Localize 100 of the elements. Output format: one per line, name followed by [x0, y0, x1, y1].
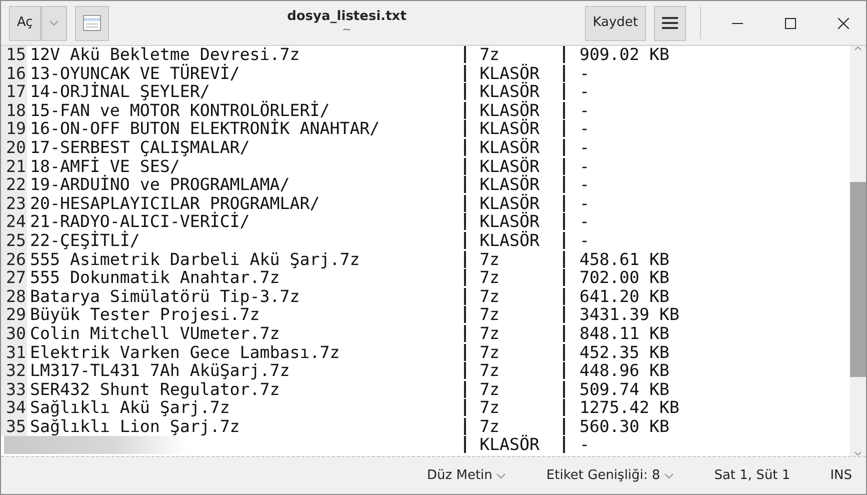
new-document-icon [82, 15, 101, 31]
insert-mode: INS [830, 466, 852, 485]
line-number: 35 [1, 418, 27, 436]
menu-button[interactable] [654, 6, 686, 40]
file-type: KLASÖR [464, 436, 564, 454]
file-type: KLASÖR [464, 102, 564, 119]
file-type: 7z [464, 269, 564, 286]
file-size: - [563, 176, 590, 194]
tab-width-selector[interactable]: Etiket Genişliği: 8 [546, 466, 660, 486]
file-name: Batarya Simülatörü Tip-3.7z [30, 288, 301, 306]
line-number: 20 [1, 138, 27, 158]
file-type: KLASÖR [464, 232, 564, 249]
file-name: Colin Mitchell VUmeter.7z [30, 324, 281, 344]
file-name: 21-RADYO-ALICI-VERİCİ/ [30, 213, 251, 232]
file-type: 7z [464, 380, 564, 398]
file-type: KLASÖR [464, 176, 564, 194]
maximize-icon [785, 18, 796, 28]
window-title: dosya_listesi.txt [286, 10, 408, 24]
file-name: 15-FAN ve MOTOR KONTROLÖRLERİ/ [30, 102, 331, 120]
line-number: 15 [1, 46, 27, 65]
file-name: 13-OYUNCAK VE TÜREVİ/ [30, 64, 241, 83]
close-icon [838, 18, 849, 28]
line-number: 32 [1, 362, 27, 381]
file-type: 7z [464, 324, 564, 342]
line-number: 28 [1, 288, 27, 306]
file-size: - [563, 213, 590, 230]
line-number: 29 [1, 306, 27, 325]
open-button[interactable]: Aç [9, 6, 41, 40]
caret-icon [664, 472, 674, 478]
line-number: 34 [1, 399, 27, 418]
file-size: - [563, 102, 590, 119]
file-size: - [563, 194, 590, 212]
file-name: Sağlıklı Lion Şarj.7z [30, 418, 241, 436]
file-size: 3431.39 KB [563, 306, 680, 324]
line-number: 21 [1, 158, 27, 176]
file-name: 20-HESAPLAYICILAR PROGRAMLAR/ [30, 194, 321, 213]
caret-icon [48, 20, 59, 26]
scroll-up-icon [854, 46, 862, 51]
file-name: 14-ORJİNAL ŞEYLER/ [30, 83, 210, 102]
file-type: 7z [464, 306, 564, 324]
file-name: 19-ARDUİNO ve PROGRAMLAMA/ [30, 176, 291, 195]
file-size: 909.02 KB [563, 46, 670, 63]
line-number: 24 [1, 213, 27, 232]
file-name: 17-SERBEST ÇALIŞMALAR/ [30, 138, 251, 157]
line-number: 17 [1, 83, 27, 102]
language-selector[interactable]: Düz Metin [427, 466, 492, 486]
file-type: 7z [464, 250, 564, 268]
file-type: KLASÖR [464, 83, 564, 100]
line-number: 19 [1, 120, 27, 139]
file-name: Sağlıklı Akü Şarj.7z [30, 399, 230, 418]
file-size: 452.35 KB [563, 344, 670, 360]
file-size: 702.00 KB [563, 269, 670, 286]
file-name: LM317-TL431 7Ah AküŞarj.7z [30, 362, 291, 381]
line-number: 33 [1, 380, 27, 400]
file-name: 18-AMFİ VE SES/ [30, 158, 181, 176]
file-type: KLASÖR [464, 64, 564, 82]
file-name: SER432 Shunt Regulator.7z [30, 380, 281, 400]
file-size: 448.96 KB [563, 362, 670, 380]
file-type: KLASÖR [464, 213, 564, 230]
line-number: 27 [1, 269, 27, 288]
line-number: 30 [1, 324, 27, 344]
file-name: 22-ÇEŞİTLİ/ [30, 232, 141, 251]
file-name: Elektrik Varken Gece Lambası.7z [30, 344, 341, 362]
file-size: 458.61 KB [563, 250, 670, 268]
file-type: 7z [464, 418, 564, 435]
file-size: 560.30 KB [563, 418, 670, 435]
file-name: Büyük Tester Projesi.7z [30, 306, 260, 325]
file-name: 12V Akü Bekletme Devresi.7z [30, 46, 301, 64]
file-name: 555 Dokunmatik Anahtar.7z [30, 269, 281, 288]
line-number: 25 [1, 232, 27, 251]
file-size: 848.11 KB [563, 324, 670, 342]
file-type: 7z [464, 46, 564, 63]
file-size: - [563, 83, 590, 100]
cursor-position: Sat 1, Süt 1 [714, 466, 790, 485]
file-size: - [563, 232, 590, 249]
line-number: 22 [1, 176, 27, 195]
line-number: 26 [1, 250, 27, 270]
file-type: KLASÖR [464, 138, 564, 156]
file-size: - [563, 120, 590, 138]
new-tab-button[interactable] [74, 6, 109, 40]
file-size: - [563, 158, 590, 175]
line-number: 18 [1, 102, 27, 120]
scroll-down-icon [854, 451, 862, 456]
menu-icon [662, 16, 678, 30]
line-number: 31 [1, 344, 27, 362]
line-number: 23 [1, 194, 27, 214]
file-name: 555 Asimetrik Darbeli Akü Şarj.7z [30, 250, 361, 270]
file-type: 7z [464, 362, 564, 380]
file-type: KLASÖR [464, 120, 564, 138]
scrollbar[interactable] [850, 46, 866, 456]
file-size: 509.74 KB [563, 380, 670, 398]
file-size: 641.20 KB [563, 288, 670, 305]
file-size: - [563, 64, 590, 82]
save-button[interactable]: Kaydet [584, 6, 646, 40]
file-type: 7z [464, 288, 564, 305]
caret-icon [496, 472, 506, 478]
window-subtitle: ~ [341, 24, 352, 36]
file-size: - [563, 138, 590, 156]
file-type: 7z [464, 399, 564, 416]
file-type: KLASÖR [464, 158, 564, 175]
